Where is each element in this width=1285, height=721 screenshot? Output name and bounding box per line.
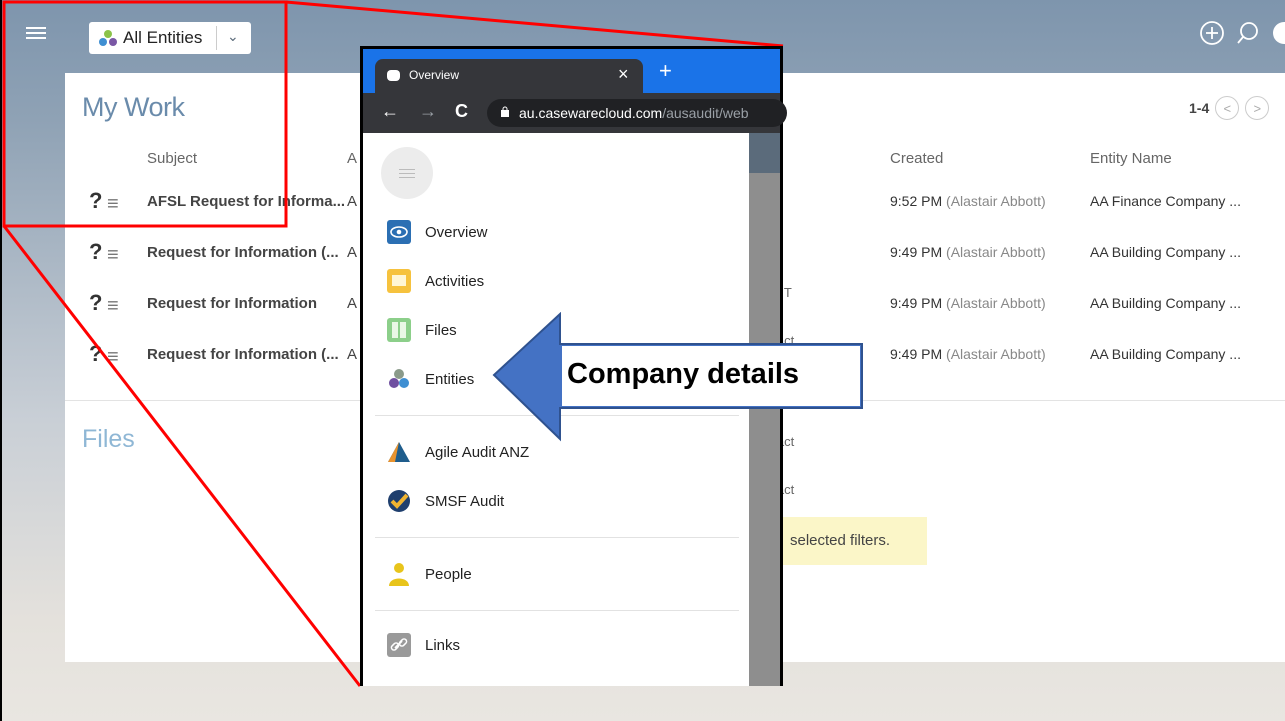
back-arrow-icon[interactable]: ← bbox=[381, 101, 399, 122]
menu-item-entities[interactable]: Entities bbox=[387, 362, 474, 396]
zoom-source-box bbox=[2, 0, 288, 228]
menu-label: Agile Audit ANZ bbox=[425, 443, 530, 461]
url-text: au.casewarecloud.com/ausaudit/web bbox=[519, 105, 749, 121]
menu-label: Files bbox=[425, 321, 457, 339]
menu-item-smsf-audit[interactable]: SMSF Audit bbox=[387, 484, 504, 518]
smsf-audit-icon bbox=[388, 490, 410, 512]
menu-item-people[interactable]: People bbox=[387, 557, 472, 591]
menu-toggle-icon[interactable] bbox=[381, 147, 433, 199]
callout-label: Company details bbox=[567, 358, 800, 390]
menu-item-files[interactable]: Files bbox=[387, 313, 457, 347]
cloud-icon bbox=[387, 70, 400, 81]
zoom-line-top bbox=[285, 0, 784, 48]
zoom-line-bottom bbox=[2, 225, 362, 687]
agile-audit-icon bbox=[388, 442, 410, 462]
menu-separator bbox=[375, 610, 739, 611]
browser-toolbar: ← → C au.casewarecloud.com/ausaudit/web bbox=[363, 93, 787, 133]
entities-icon bbox=[389, 369, 409, 388]
links-icon bbox=[387, 633, 411, 657]
people-icon bbox=[389, 563, 409, 586]
menu-item-links[interactable]: Links bbox=[387, 628, 460, 662]
menu-item-activities[interactable]: Activities bbox=[387, 264, 484, 298]
address-bar[interactable]: au.casewarecloud.com/ausaudit/web bbox=[487, 99, 787, 127]
menu-label: Activities bbox=[425, 272, 485, 290]
menu-label: Entities bbox=[425, 370, 475, 388]
overview-eye-icon bbox=[387, 220, 411, 244]
menu-label: People bbox=[425, 565, 472, 583]
menu-label: Links bbox=[425, 636, 461, 654]
menu-separator bbox=[375, 537, 739, 538]
activities-icon bbox=[387, 269, 411, 293]
tab-strip: Overview × + bbox=[363, 49, 780, 93]
close-icon[interactable]: × bbox=[618, 64, 629, 85]
menu-item-overview[interactable]: Overview bbox=[387, 215, 488, 249]
files-icon bbox=[387, 318, 411, 342]
new-tab-icon[interactable]: + bbox=[659, 58, 672, 84]
reload-icon[interactable]: C bbox=[455, 101, 468, 122]
lock-icon bbox=[501, 106, 509, 117]
menu-label: SMSF Audit bbox=[425, 492, 505, 510]
tab-title: Overview bbox=[409, 68, 460, 82]
tab-overview[interactable]: Overview × bbox=[375, 59, 643, 93]
screenshot-frame: All Entities ⌄ My Work 1-4 < > Subject A… bbox=[0, 0, 1285, 721]
menu-label: Overview bbox=[425, 223, 488, 241]
forward-arrow-icon[interactable]: → bbox=[419, 101, 437, 122]
